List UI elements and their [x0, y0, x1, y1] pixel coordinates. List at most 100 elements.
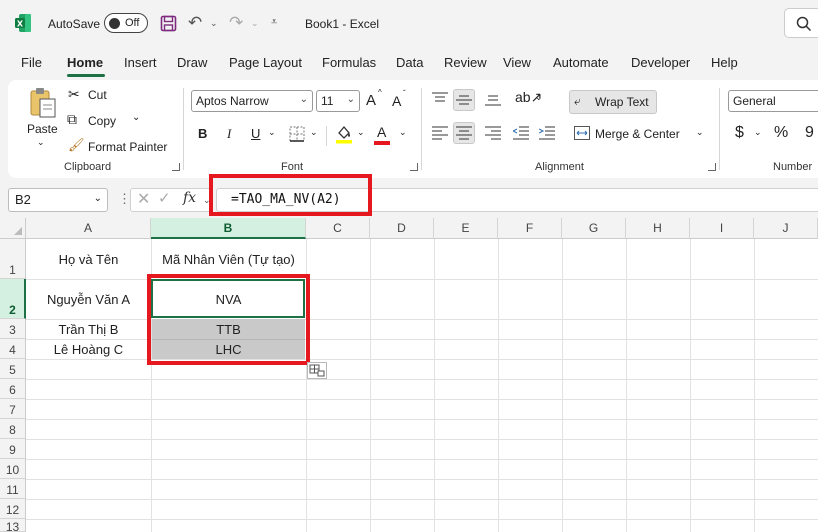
tab-page-layout[interactable]: Page Layout — [229, 55, 302, 70]
redo-dropdown-icon[interactable]: ⌄ — [251, 18, 259, 29]
font-color-dropdown-icon[interactable]: ⌄ — [399, 127, 407, 138]
cell-b1[interactable]: Mã Nhân Viên (Tự tạo) — [151, 252, 306, 267]
row-header-13[interactable]: 13 — [0, 519, 26, 532]
customize-qat-icon[interactable]: ⩡ — [271, 16, 277, 29]
shrink-font-button[interactable]: A — [392, 93, 401, 109]
copy-button[interactable]: Copy — [88, 114, 116, 128]
row-header-2[interactable]: 2 — [0, 279, 26, 319]
row-header-11[interactable]: 11 — [0, 479, 26, 499]
column-header-j[interactable]: J — [754, 218, 818, 239]
tab-formulas[interactable]: Formulas — [322, 55, 376, 70]
cell-a2[interactable]: Nguyễn Văn A — [26, 292, 151, 307]
tab-file[interactable]: File — [21, 55, 42, 70]
number-format-select[interactable]: General — [728, 90, 818, 112]
column-header-c[interactable]: C — [306, 218, 370, 239]
format-painter-icon[interactable]: 🖌 — [68, 137, 85, 153]
column-header-d[interactable]: D — [370, 218, 434, 239]
cut-icon[interactable]: ✂ — [68, 86, 80, 103]
wrap-text-button[interactable]: ⤶ Wrap Text — [569, 90, 657, 114]
select-all-button[interactable] — [0, 218, 26, 239]
font-color-button[interactable]: A — [377, 124, 386, 140]
quick-analysis-icon[interactable] — [307, 362, 327, 379]
row-header-8[interactable]: 8 — [0, 419, 26, 439]
undo-icon[interactable]: ↶ — [188, 13, 202, 33]
tab-automate[interactable]: Automate — [553, 55, 609, 70]
row-header-7[interactable]: 7 — [0, 399, 26, 419]
decrease-indent-icon[interactable] — [513, 126, 529, 140]
clipboard-launcher-icon[interactable] — [172, 163, 180, 171]
row-header-5[interactable]: 5 — [0, 359, 26, 379]
row-header-10[interactable]: 10 — [0, 459, 26, 479]
search-button[interactable] — [784, 8, 818, 38]
paste-icon[interactable] — [29, 87, 57, 119]
grow-font-button[interactable]: A — [366, 92, 376, 109]
alignment-launcher-icon[interactable] — [708, 163, 716, 171]
format-painter-button[interactable]: Format Painter — [88, 140, 167, 154]
row-header-4[interactable]: 4 — [0, 339, 26, 359]
enter-icon[interactable]: ✓ — [158, 189, 171, 207]
borders-icon[interactable] — [289, 126, 305, 142]
autosave-toggle[interactable]: Off — [104, 13, 148, 33]
paste-dropdown-icon[interactable]: ⌄ — [37, 137, 45, 148]
row-header-3[interactable]: 3 — [0, 319, 26, 339]
copy-dropdown-icon[interactable]: ⌄ — [132, 112, 140, 123]
redo-icon[interactable]: ↷ — [229, 13, 243, 33]
cancel-icon[interactable]: ✕ — [137, 189, 150, 209]
insert-function-button[interactable]: fx — [183, 190, 196, 206]
column-header-a[interactable]: A — [26, 218, 151, 239]
column-header-e[interactable]: E — [434, 218, 498, 239]
tab-view[interactable]: View — [503, 55, 531, 70]
cut-button[interactable]: Cut — [88, 88, 107, 102]
currency-button[interactable]: $ — [735, 124, 744, 142]
cell-a4[interactable]: Lê Hoàng C — [26, 342, 151, 357]
align-top-icon[interactable] — [432, 92, 448, 106]
column-header-i[interactable]: I — [690, 218, 754, 239]
comma-style-icon[interactable]: 9 — [805, 124, 814, 142]
increase-indent-icon[interactable] — [539, 126, 555, 140]
tab-insert[interactable]: Insert — [124, 55, 157, 70]
save-icon[interactable] — [160, 15, 177, 32]
tab-draw[interactable]: Draw — [177, 55, 207, 70]
underline-dropdown-icon[interactable]: ⌄ — [268, 127, 276, 138]
column-header-b[interactable]: B — [151, 218, 306, 239]
gridline — [26, 459, 818, 460]
tab-help[interactable]: Help — [711, 55, 738, 70]
row-header-6[interactable]: 6 — [0, 379, 26, 399]
cell-a1[interactable]: Họ và Tên — [26, 252, 151, 267]
fill-color-icon[interactable] — [335, 124, 353, 144]
paste-button[interactable]: Paste — [27, 122, 58, 136]
align-bottom-icon[interactable] — [485, 92, 501, 106]
tab-home[interactable]: Home — [67, 55, 103, 70]
borders-dropdown-icon[interactable]: ⌄ — [310, 127, 318, 138]
row-header-9[interactable]: 9 — [0, 439, 26, 459]
column-header-f[interactable]: F — [498, 218, 562, 239]
tab-review[interactable]: Review — [444, 55, 487, 70]
column-header-g[interactable]: G — [562, 218, 626, 239]
percent-button[interactable]: % — [774, 124, 788, 142]
font-name-select[interactable]: Aptos Narrow ⌄ — [191, 90, 313, 112]
underline-button[interactable]: U — [251, 126, 260, 141]
align-center-button[interactable] — [453, 122, 475, 144]
bold-button[interactable]: B — [198, 126, 207, 141]
align-middle-button[interactable] — [453, 89, 475, 111]
merge-center-button[interactable]: Merge & Center — [595, 127, 680, 141]
merge-dropdown-icon[interactable]: ⌄ — [696, 127, 704, 138]
align-left-icon[interactable] — [432, 126, 448, 140]
tab-developer[interactable]: Developer — [631, 55, 690, 70]
italic-button[interactable]: I — [227, 126, 231, 142]
undo-dropdown-icon[interactable]: ⌄ — [210, 18, 218, 29]
font-launcher-icon[interactable] — [410, 163, 418, 171]
orientation-dropdown-icon[interactable]: ⌄ — [535, 92, 543, 103]
fill-color-dropdown-icon[interactable]: ⌄ — [357, 127, 365, 138]
font-size-select[interactable]: 11 ⌄ — [316, 90, 360, 112]
row-header-1[interactable]: 1 — [0, 239, 26, 279]
name-box[interactable]: B2 ⌄ — [8, 188, 108, 212]
tab-data[interactable]: Data — [396, 55, 423, 70]
cell-a3[interactable]: Trần Thị B — [26, 322, 151, 337]
currency-dropdown-icon[interactable]: ⌄ — [754, 127, 762, 138]
column-header-h[interactable]: H — [626, 218, 690, 239]
merge-center-icon[interactable] — [574, 126, 590, 140]
align-right-icon[interactable] — [485, 126, 501, 140]
copy-icon[interactable]: ⧉ — [67, 111, 77, 128]
row-header-12[interactable]: 12 — [0, 499, 26, 519]
